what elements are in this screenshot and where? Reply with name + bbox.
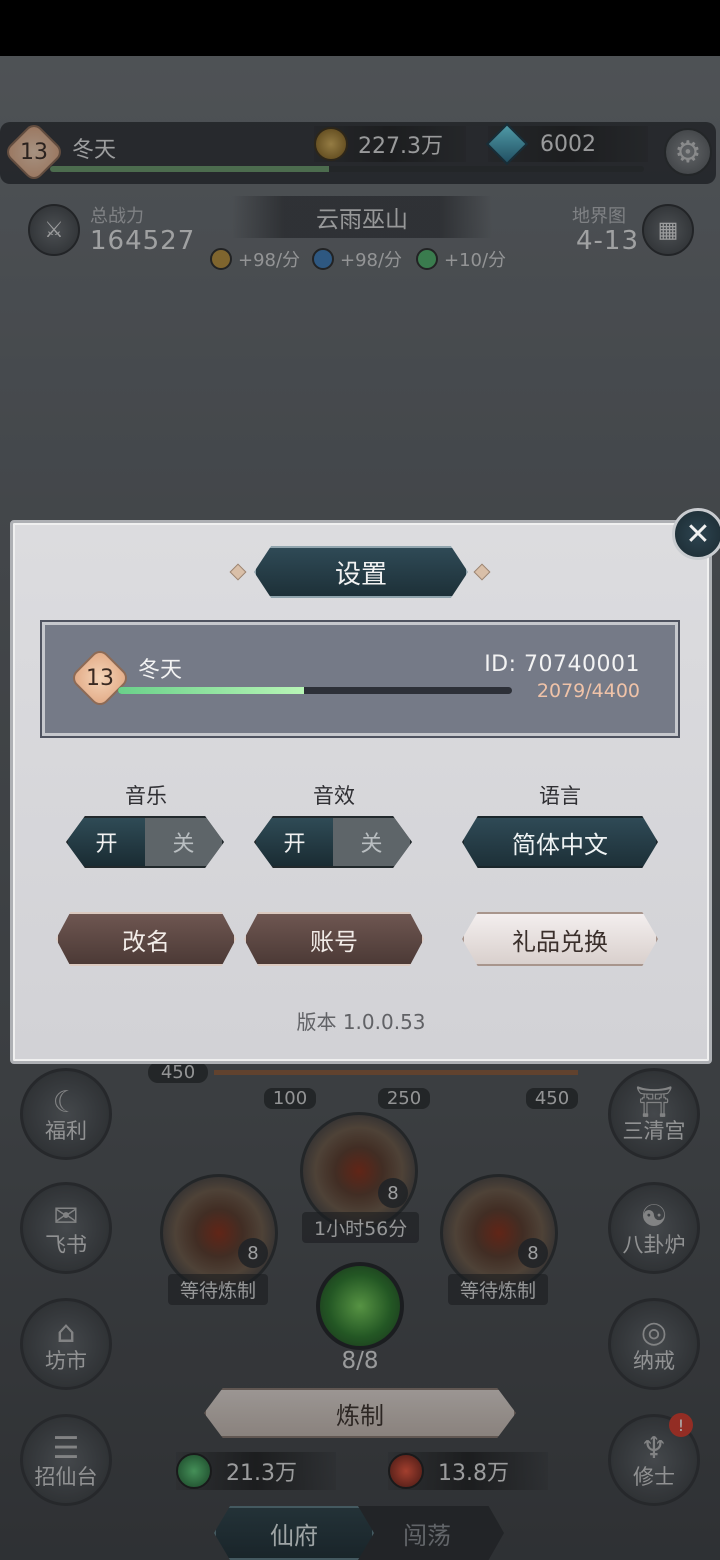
sound-on-option[interactable]: 开 [256, 818, 333, 866]
rename-button[interactable]: 改名 [56, 912, 236, 966]
language-label: 语言 [539, 784, 581, 808]
music-on-option[interactable]: 开 [68, 818, 145, 866]
status-bar [0, 0, 720, 56]
profile-panel [40, 620, 680, 738]
close-button[interactable]: ✕ [672, 508, 720, 560]
language-select[interactable]: 简体中文 [462, 816, 658, 868]
account-button[interactable]: 账号 [244, 912, 424, 966]
profile-level-badge: 13 [74, 652, 126, 704]
music-toggle[interactable]: 开 关 [66, 816, 224, 868]
sound-off-option[interactable]: 关 [333, 818, 410, 866]
profile-name: 冬天 [138, 658, 183, 683]
sound-toggle[interactable]: 开 关 [254, 816, 412, 868]
gift-redeem-button[interactable]: 礼品兑换 [462, 912, 658, 966]
close-icon: ✕ [685, 516, 711, 552]
music-label: 音乐 [125, 784, 167, 808]
profile-id: ID: 70740001 [484, 652, 640, 677]
sound-label: 音效 [313, 784, 355, 808]
profile-exp-bar [118, 687, 512, 694]
profile-exp-text: 2079/4400 [536, 680, 640, 702]
music-off-option[interactable]: 关 [145, 818, 222, 866]
dialog-title: 设置 [254, 546, 468, 598]
version-text: 版本 1.0.0.53 [296, 1010, 426, 1034]
